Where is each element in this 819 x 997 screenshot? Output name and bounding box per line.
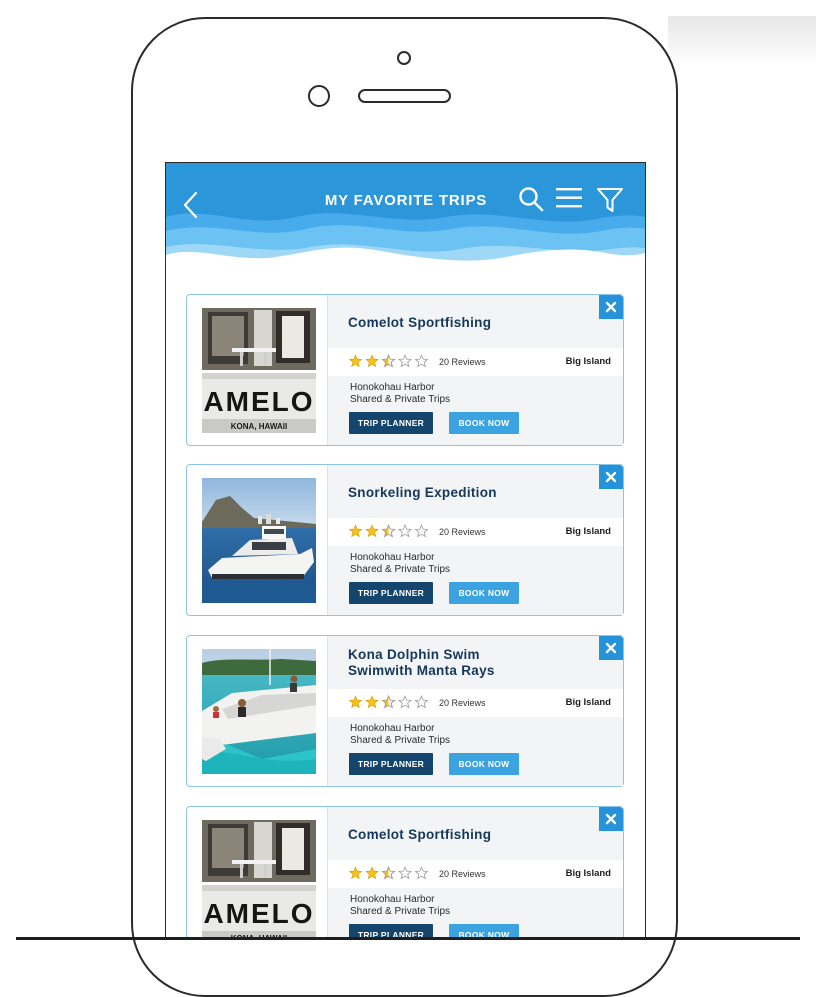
page-title: MY FAVORITE TRIPS — [324, 192, 488, 209]
phone-sensor — [308, 85, 330, 107]
remove-favorite-button[interactable] — [599, 636, 623, 660]
remove-favorite-button[interactable] — [599, 465, 623, 489]
trip-planner-button[interactable]: TRIP PLANNER — [349, 582, 433, 604]
rating-row: 20 Reviews Big Island — [328, 860, 623, 888]
star-icon — [414, 354, 429, 368]
close-icon — [605, 813, 617, 825]
rating-row: 20 Reviews Big Island — [328, 518, 623, 546]
trip-type: Shared & Private Trips — [350, 394, 451, 405]
star-icon — [348, 524, 363, 538]
trip-photo[interactable] — [202, 478, 316, 603]
phone-speaker — [358, 89, 451, 103]
trip-photo[interactable]: AMELO KONA, HAWAII — [202, 308, 316, 433]
trip-card[interactable]: AMELOKONA, HAWAII Comelot Sportfishing 20 … — [186, 806, 624, 937]
region-label: Big Island — [565, 356, 611, 367]
star-icon — [414, 695, 429, 709]
search-icon[interactable] — [518, 186, 544, 212]
book-now-button[interactable]: BOOK NOW — [449, 582, 519, 604]
photo-boat-name: AMELO — [203, 898, 314, 929]
region-label: Big Island — [565, 526, 611, 537]
close-icon — [605, 471, 617, 483]
star-rating — [348, 865, 434, 886]
phone-shadow — [668, 16, 816, 64]
trip-type: Shared & Private Trips — [350, 906, 451, 917]
trip-location: Honokohau Harbor — [350, 382, 435, 393]
star-icon — [348, 354, 363, 368]
star-icon — [397, 524, 413, 538]
trip-info: Snorkeling Expedition 20 Reviews Big Islan… — [328, 465, 623, 615]
trip-title[interactable]: Snorkeling Expedition — [348, 485, 578, 501]
trip-card[interactable]: Snorkeling Expedition 20 Reviews Big Islan… — [186, 464, 624, 616]
star-icon — [348, 695, 363, 709]
trip-photo[interactable] — [202, 649, 316, 774]
trip-card[interactable]: Kona Dolphin Swim Swimwith Manta Rays 20 … — [186, 635, 624, 787]
trip-info: Comelot Sportfishing 20 Reviews Big Island… — [328, 807, 623, 937]
book-now-button[interactable]: BOOK NOW — [449, 924, 519, 937]
rating-row: 20 Reviews Big Island — [328, 689, 623, 717]
trip-location: Honokohau Harbor — [350, 723, 435, 734]
header-waves — [166, 213, 645, 265]
star-icon — [381, 524, 396, 538]
star-icon — [397, 866, 413, 880]
trip-card[interactable]: AMELO KONA, HAWAII Comelot Sportfishing 20 … — [186, 294, 624, 446]
star-icon — [397, 354, 413, 368]
star-icon — [365, 524, 379, 538]
star-icon — [381, 695, 396, 709]
star-icon — [414, 866, 429, 880]
rating-row: 20 Reviews Big Island — [328, 348, 623, 376]
trip-title[interactable]: Comelot Sportfishing — [348, 827, 578, 843]
photo-boat-home: KONA, HAWAII — [231, 422, 287, 431]
trip-type: Shared & Private Trips — [350, 735, 451, 746]
star-rating — [348, 523, 434, 544]
trip-type: Shared & Private Trips — [350, 564, 451, 575]
app-screen: MY FAVORITE TRIPS AMELO KONA, HAWAII Comel… — [165, 162, 646, 937]
review-count[interactable]: 20 Reviews — [439, 698, 486, 708]
star-icon — [348, 866, 363, 880]
remove-favorite-button[interactable] — [599, 295, 623, 319]
book-now-button[interactable]: BOOK NOW — [449, 753, 519, 775]
floor-line — [16, 937, 800, 940]
region-label: Big Island — [565, 868, 611, 879]
trip-location: Honokohau Harbor — [350, 552, 435, 563]
trip-planner-button[interactable]: TRIP PLANNER — [349, 924, 433, 937]
star-icon — [365, 866, 379, 880]
trip-title[interactable]: Kona Dolphin Swim Swimwith Manta Rays — [348, 647, 578, 679]
trip-planner-button[interactable]: TRIP PLANNER — [349, 412, 433, 434]
trip-photo[interactable]: AMELOKONA, HAWAII — [202, 820, 316, 937]
trip-location: Honokohau Harbor — [350, 894, 435, 905]
back-arrow-icon[interactable] — [180, 190, 202, 220]
trip-info: Kona Dolphin Swim Swimwith Manta Rays 20 … — [328, 636, 623, 786]
hamburger-menu-icon[interactable] — [555, 186, 583, 210]
trip-title[interactable]: Comelot Sportfishing — [348, 315, 578, 331]
review-count[interactable]: 20 Reviews — [439, 357, 486, 367]
photo-boat-name: AMELO — [203, 386, 314, 417]
star-icon — [381, 354, 396, 368]
star-icon — [365, 695, 379, 709]
star-icon — [414, 524, 429, 538]
star-rating — [348, 694, 434, 715]
trip-info: Comelot Sportfishing 20 Reviews Big Island… — [328, 295, 623, 445]
review-count[interactable]: 20 Reviews — [439, 869, 486, 879]
book-now-button[interactable]: BOOK NOW — [449, 412, 519, 434]
remove-favorite-button[interactable] — [599, 807, 623, 831]
trip-planner-button[interactable]: TRIP PLANNER — [349, 753, 433, 775]
close-icon — [605, 301, 617, 313]
star-icon — [381, 866, 396, 880]
star-rating — [348, 353, 434, 374]
phone-camera — [397, 51, 411, 65]
review-count[interactable]: 20 Reviews — [439, 527, 486, 537]
star-icon — [397, 695, 413, 709]
close-icon — [605, 642, 617, 654]
filter-icon[interactable] — [596, 186, 624, 214]
app-header: MY FAVORITE TRIPS — [166, 163, 645, 265]
star-icon — [365, 354, 379, 368]
region-label: Big Island — [565, 697, 611, 708]
